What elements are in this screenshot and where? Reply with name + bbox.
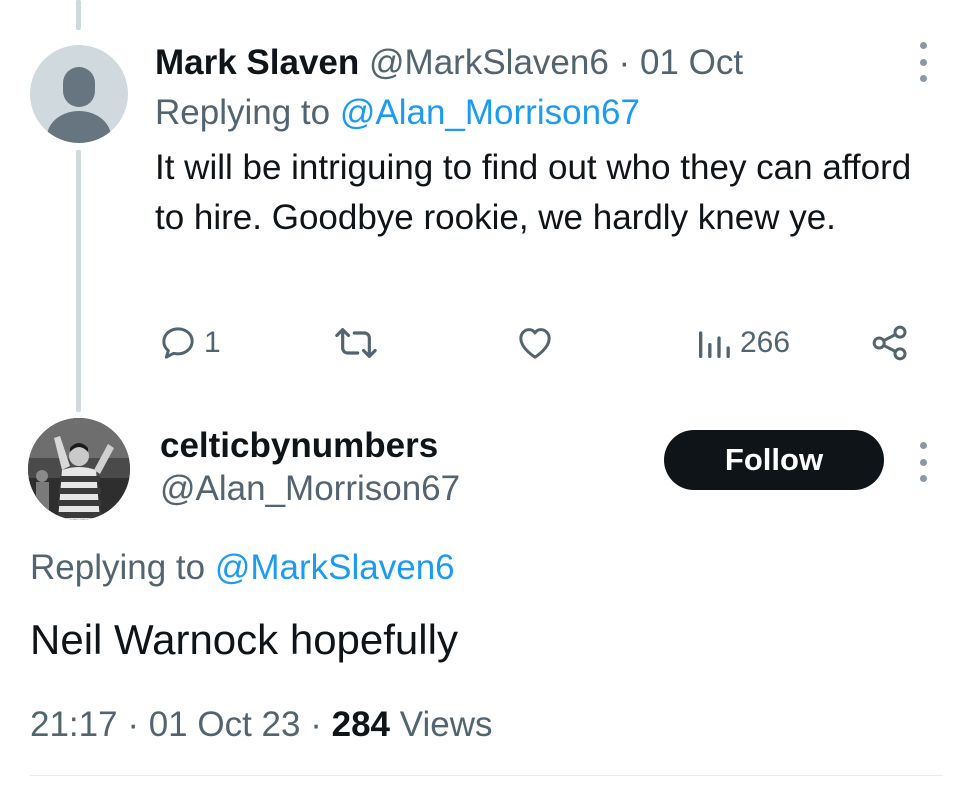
thread-line-top — [76, 0, 81, 30]
like-icon — [519, 328, 551, 359]
profile-photo — [28, 418, 130, 520]
reply-tweet: Mark Slaven @MarkSlaven6 · 01 Oct Replyi… — [155, 40, 945, 243]
reply-date[interactable]: 01 Oct — [640, 43, 743, 82]
reply-display-name[interactable]: Mark Slaven — [155, 43, 359, 82]
retweet-icon — [335, 328, 377, 358]
main-tweet-text: Neil Warnock hopefully — [30, 616, 458, 663]
meta-separator: · — [310, 705, 322, 744]
share-icon — [872, 325, 907, 361]
more-icon[interactable] — [913, 42, 933, 82]
author-avatar[interactable] — [28, 418, 130, 520]
tweet-views-count[interactable]: 284 — [332, 705, 390, 744]
reply-separator: · — [618, 43, 631, 82]
replying-to-link[interactable]: @Alan_Morrison67 — [340, 93, 640, 132]
default-profile-icon — [47, 67, 111, 143]
reply-button[interactable]: 1 — [158, 322, 221, 364]
like-button[interactable] — [514, 322, 556, 364]
views-count: 266 — [740, 326, 791, 359]
main-replying-to: Replying to @MarkSlaven6 — [30, 545, 455, 590]
author-handle[interactable]: @Alan_Morrison67 — [160, 468, 460, 510]
meta-separator: · — [127, 705, 139, 744]
divider — [30, 775, 943, 776]
views-button[interactable]: 266 — [694, 322, 790, 364]
retweet-button[interactable] — [334, 322, 378, 364]
reply-header: Mark Slaven @MarkSlaven6 · 01 Oct — [155, 40, 945, 85]
tweet-date[interactable]: 01 Oct 23 — [149, 705, 301, 744]
more-icon[interactable] — [913, 442, 933, 482]
follow-button[interactable]: Follow — [664, 430, 884, 490]
author-display-name[interactable]: celticbynumbers — [160, 425, 438, 467]
thread-line — [76, 150, 81, 412]
reply-handle[interactable]: @MarkSlaven6 — [369, 43, 609, 82]
tweet-views-label: Views — [399, 705, 493, 744]
reply-replying-to: Replying to @Alan_Morrison67 — [155, 90, 945, 135]
tweet-time[interactable]: 21:17 — [30, 705, 118, 744]
replying-prefix: Replying to — [155, 93, 331, 132]
reply-tweet-text: It will be intriguing to find out who th… — [155, 148, 912, 237]
tweet-meta: 21:17 · 01 Oct 23 · 284 Views — [30, 702, 492, 747]
default-avatar[interactable] — [30, 45, 128, 143]
main-replying-prefix: Replying to — [30, 548, 206, 587]
share-button[interactable] — [870, 322, 910, 364]
reply-count: 1 — [204, 326, 221, 359]
views-icon — [699, 331, 730, 358]
reply-icon — [162, 327, 194, 359]
main-replying-to-link[interactable]: @MarkSlaven6 — [215, 548, 455, 587]
